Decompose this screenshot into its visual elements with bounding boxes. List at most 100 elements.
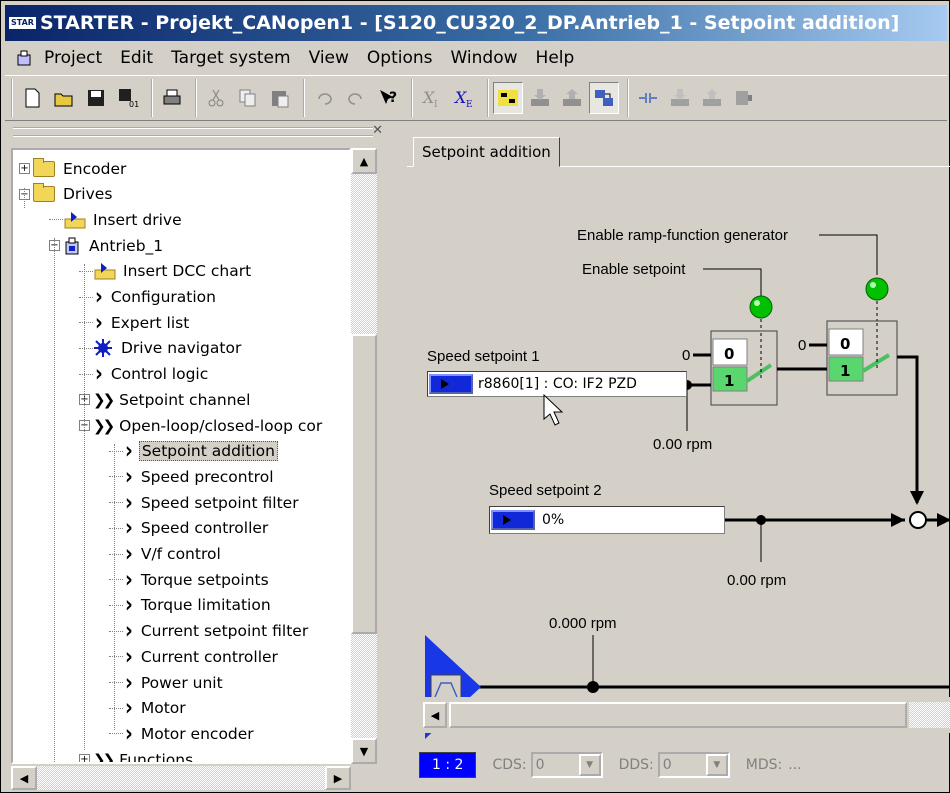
upload-button[interactable] [557,82,587,114]
tree-item[interactable]: › Speed setpoint filter [109,489,301,516]
xe-button[interactable]: XE [449,82,479,114]
app-icon: STAR [9,17,36,29]
tree-item-label: Setpoint addition [138,441,278,462]
save-button[interactable] [81,82,111,114]
new-button[interactable] [17,82,47,114]
tree-horizontal-scrollbar[interactable]: ◀ ▶ [11,766,351,790]
paste-button[interactable] [265,82,295,114]
tree-item[interactable]: › Current controller [109,644,280,670]
copy-button[interactable] [233,82,263,114]
diagram-scroll-track[interactable] [909,702,950,728]
tree-item[interactable]: Insert drive [49,207,184,232]
tree-item[interactable]: › Configuration [79,284,218,310]
tree-item[interactable]: − Drives [19,182,114,207]
tree-item-label: Configuration [110,288,216,306]
tree-item[interactable]: › Setpoint addition [109,437,278,465]
sp1-connector-button[interactable] [429,374,473,394]
close-pane-icon[interactable]: ✕ [372,123,383,138]
expand-icon[interactable]: + [79,754,90,762]
save-compile-button[interactable]: 010 [113,82,143,114]
chevron-down-icon[interactable]: ▼ [705,754,728,776]
chevron-right-icon: › [125,437,133,465]
rfg-switch-2[interactable]: 0 1 [826,320,898,396]
redo-button[interactable] [341,82,371,114]
tree-item[interactable]: + ❯❯ Setpoint channel [79,387,252,412]
tree-item[interactable]: › Control logic [79,361,210,387]
sp2-connector-button[interactable] [491,510,535,530]
menu-bar: Project Edit Target system View Options … [5,43,947,73]
cut-icon [208,89,224,107]
title-bar[interactable]: STAR STARTER - Projekt_CANopen1 - [S120_… [5,5,947,41]
compare-button[interactable] [633,82,663,114]
bottom-rpm: 0.000 rpm [549,615,617,632]
compare-icon [639,93,657,103]
tree-item[interactable]: › Torque setpoints [109,566,271,593]
tree-item[interactable]: + Encoder [19,156,128,181]
menu-window[interactable]: Window [442,48,527,68]
tree-item[interactable]: › Speed controller [109,515,270,541]
dds-label: DDS: [618,757,654,773]
tree-item[interactable]: − ❯❯ Open-loop/closed-loop cor [79,413,324,438]
diagram-horizontal-scrollbar[interactable]: ◀ [423,697,950,733]
tree-item-label: Motor encoder [140,724,254,743]
download-icon [531,89,549,106]
chevron-down-icon[interactable]: ▼ [578,754,601,776]
scroll-right-button[interactable]: ▶ [325,766,351,790]
tree-item[interactable]: › Speed precontrol [109,464,276,490]
menu-view[interactable]: View [300,48,358,68]
upload-cpu-button[interactable] [697,82,727,114]
diagram-scroll-left-button[interactable]: ◀ [423,702,447,728]
tree-item[interactable]: › Current setpoint filter [109,618,310,644]
menu-options[interactable]: Options [358,48,442,68]
online-button[interactable] [589,82,619,114]
svg-text:I: I [434,100,438,109]
tab-setpoint-addition[interactable]: Setpoint addition [413,137,560,167]
tree-item[interactable]: › Power unit [109,669,225,696]
menu-help[interactable]: Help [527,48,584,68]
tree-item[interactable]: + ❯❯ Functions [79,747,195,762]
diagram-scroll-thumb[interactable] [449,702,907,728]
save-compile-icon: 010 [119,89,139,109]
expand-icon[interactable]: + [19,163,30,174]
scroll-thumb[interactable] [351,334,377,634]
dds-select[interactable]: 0 ▼ [657,752,730,778]
connect-button[interactable] [493,82,523,114]
cut-button[interactable] [201,82,231,114]
more-icon [736,91,752,105]
double-chevron-icon: ❯❯ [93,390,115,409]
scroll-left-button[interactable]: ◀ [11,766,37,790]
scroll-down-button[interactable]: ▼ [351,738,377,764]
open-button[interactable] [49,82,79,114]
tree-item[interactable]: Insert DCC chart [79,259,253,284]
tree-item-label: Setpoint channel [119,390,251,409]
tree-item[interactable]: › Motor [109,695,188,721]
scroll-up-button[interactable]: ▲ [351,148,377,174]
tree-item[interactable]: › V/f control [109,541,223,567]
download-cpu-button[interactable] [665,82,695,114]
more-button[interactable] [729,82,759,114]
tree-item[interactable]: › Expert list [79,309,191,336]
chevron-right-icon: › [125,720,133,748]
zoom-ratio[interactable]: 1 : 2 [419,752,477,778]
tree-connector [79,296,93,298]
tree-item[interactable]: − Antrieb_1 [49,233,165,258]
tree-item[interactable]: › Torque limitation [109,592,273,619]
double-chevron-icon: ❯❯ [93,416,115,435]
setpoint-switch-1[interactable]: 0 1 [710,330,778,406]
menu-project[interactable]: Project [35,48,111,68]
tree-vertical-scrollbar[interactable]: ▲ ▼ [351,148,377,764]
tree-item[interactable]: › Motor encoder [109,720,256,748]
xi-button[interactable]: XI [417,82,447,114]
download-button[interactable] [525,82,555,114]
summing-arrow-down [910,491,924,505]
print-button[interactable] [157,82,187,114]
tree-item[interactable]: Drive navigator [79,336,243,361]
menu-target-system[interactable]: Target system [162,48,299,68]
tree-item-label: Torque setpoints [140,570,269,589]
cds-select[interactable]: 0 ▼ [530,752,603,778]
context-help-button[interactable]: ? [373,82,403,114]
pane-grip[interactable] [13,127,373,137]
undo-button[interactable] [309,82,339,114]
menu-edit[interactable]: Edit [111,48,162,68]
chevron-right-icon: › [95,309,103,336]
